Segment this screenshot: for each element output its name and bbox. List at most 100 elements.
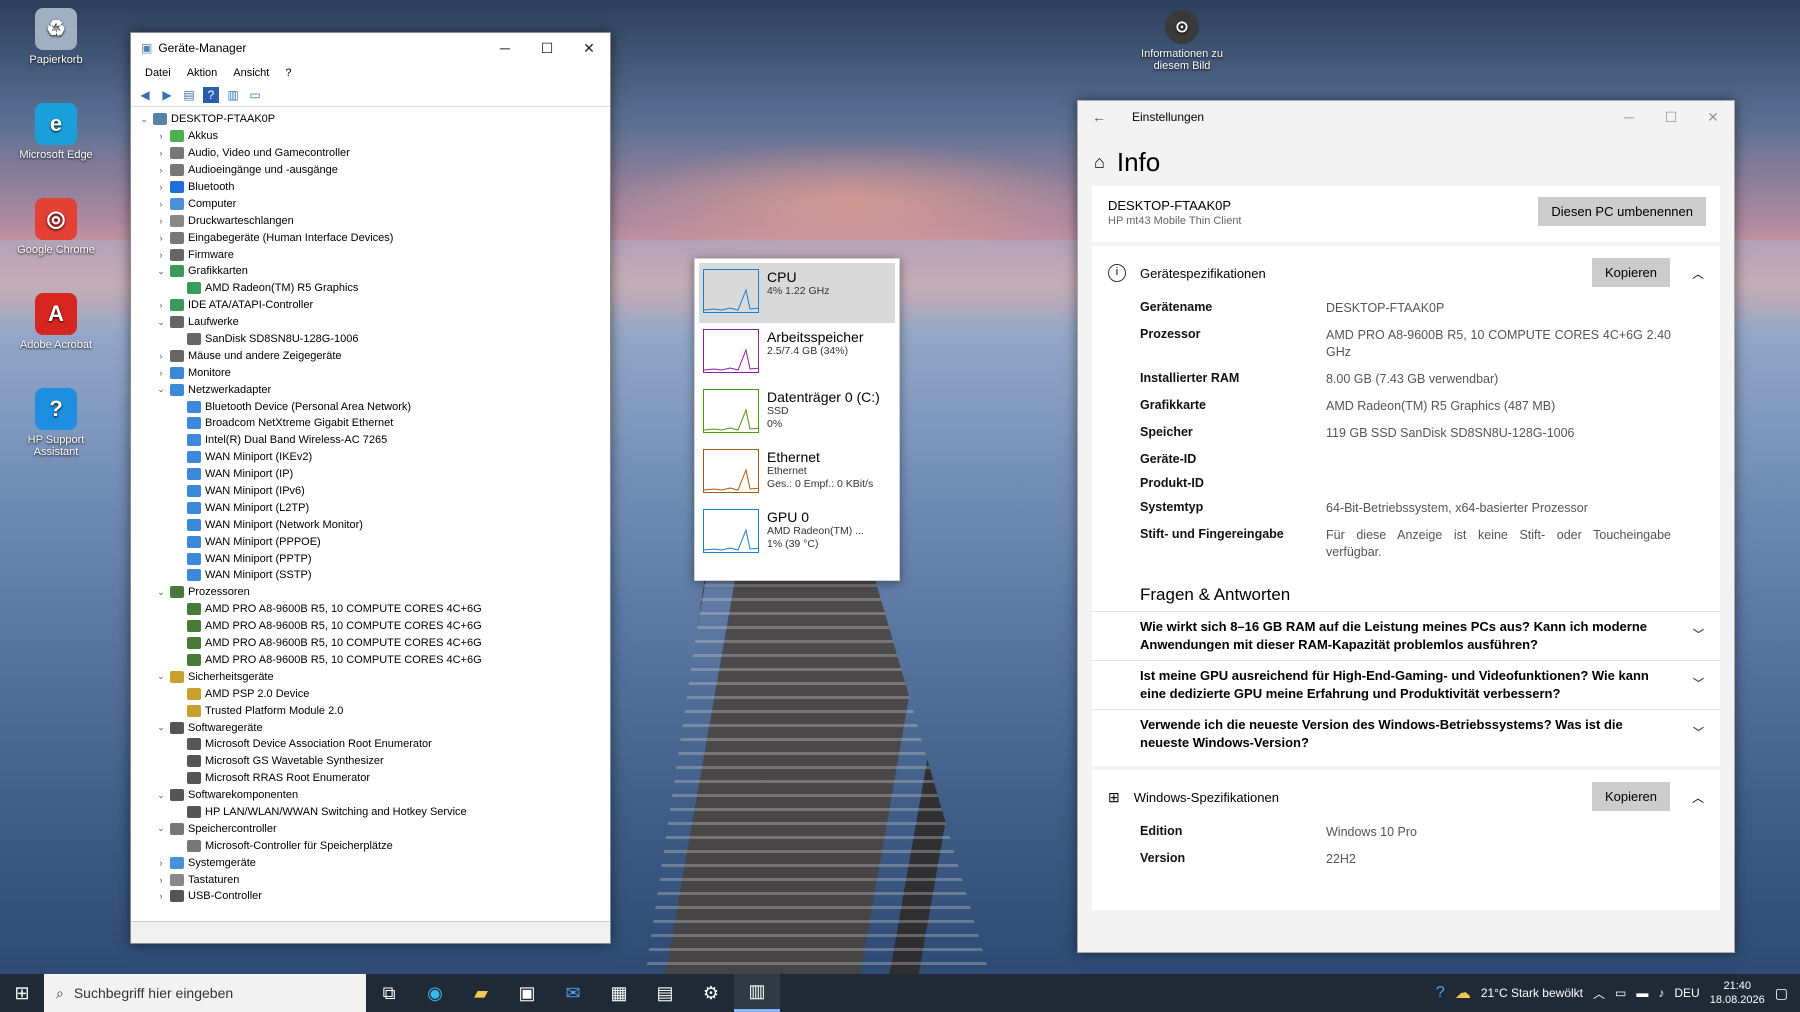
forward-arrow-icon[interactable]: ▶ [159, 87, 175, 103]
faq-item[interactable]: Verwende ich die neueste Version des Win… [1092, 709, 1720, 758]
chevron-down-icon[interactable]: ﹀ [1693, 675, 1704, 693]
chevron-up-icon[interactable]: ︿ [1593, 985, 1605, 1002]
weather-text[interactable]: 21°C Stark bewölkt [1481, 986, 1583, 1000]
store-icon[interactable]: ▣ [504, 974, 550, 1012]
chevron-right-icon[interactable]: › [154, 351, 168, 361]
chevron-right-icon[interactable]: › [154, 891, 168, 901]
mail-icon[interactable]: ✉ [550, 974, 596, 1012]
active-app-icon[interactable]: ▥ [734, 974, 780, 1012]
tree-node[interactable]: WAN Miniport (PPTP) [131, 550, 610, 567]
chevron-down-icon[interactable]: ⌄ [154, 823, 168, 834]
language-indicator[interactable]: DEU [1674, 986, 1699, 1000]
chevron-right-icon[interactable]: › [154, 858, 168, 868]
desktop-shortcut-adobe-acrobat[interactable]: A Adobe Acrobat [8, 293, 104, 351]
spec-value[interactable]: Für diese Anzeige ist keine Stift- oder … [1326, 527, 1671, 561]
tree-node[interactable]: AMD PRO A8-9600B R5, 10 COMPUTE CORES 4C… [131, 618, 610, 635]
chevron-up-icon[interactable]: ︿ [1692, 789, 1704, 806]
tree-node[interactable]: ⌄ DESKTOP-FTAAK0P [131, 111, 610, 128]
menu-item-3[interactable]: ? [277, 67, 299, 79]
tree-node[interactable]: ⌄ Sicherheitsgeräte [131, 668, 610, 685]
chevron-down-icon[interactable]: ﹀ [1693, 724, 1704, 742]
chevron-right-icon[interactable]: › [154, 368, 168, 378]
tree-node[interactable]: Microsoft GS Wavetable Synthesizer [131, 753, 610, 770]
spec-value[interactable]: 64-Bit-Betriebssystem, x64-basierter Pro… [1326, 500, 1671, 517]
maximize-button[interactable]: ☐ [1650, 109, 1692, 126]
tree-node[interactable]: › Systemgeräte [131, 854, 610, 871]
device-manager-taskbar-icon[interactable]: ▦ [596, 974, 642, 1012]
tree-node[interactable]: AMD PRO A8-9600B R5, 10 COMPUTE CORES 4C… [131, 635, 610, 652]
tree-node[interactable]: Microsoft Device Association Root Enumer… [131, 736, 610, 753]
perf-item-gpu-0[interactable]: GPU 0 AMD Radeon(TM) ... 1% (39 °C) [699, 503, 895, 563]
tree-node[interactable]: AMD PRO A8-9600B R5, 10 COMPUTE CORES 4C… [131, 601, 610, 618]
settings-titlebar[interactable]: ← Einstellungen ─ ☐ ✕ [1078, 101, 1734, 133]
minimize-button[interactable]: ─ [1608, 109, 1650, 125]
chevron-right-icon[interactable]: › [154, 875, 168, 885]
tree-node[interactable]: › Firmware [131, 246, 610, 263]
tree-node[interactable]: Bluetooth Device (Personal Area Network) [131, 398, 610, 415]
clock[interactable]: 21:40 18.08.2026 [1710, 979, 1765, 1007]
copy-windows-specs-button[interactable]: Kopieren [1591, 782, 1670, 811]
desktop-shortcut-hp-support-assistant[interactable]: ? HP Support Assistant [8, 388, 104, 458]
perf-item-arbeitsspeicher[interactable]: Arbeitsspeicher 2.5/7.4 GB (34%) [699, 323, 895, 383]
desktop-shortcut-google-chrome[interactable]: ◎ Google Chrome [8, 198, 104, 256]
tree-node[interactable]: Intel(R) Dual Band Wireless-AC 7265 [131, 432, 610, 449]
menu-item-0[interactable]: Datei [137, 67, 179, 79]
chevron-right-icon[interactable]: › [154, 300, 168, 310]
tree-node[interactable]: › IDE ATA/ATAPI-Controller [131, 297, 610, 314]
minimize-button[interactable]: ─ [484, 40, 526, 56]
battery-icon[interactable]: ▬ [1636, 986, 1648, 1000]
task-manager-taskbar-icon[interactable]: ▤ [642, 974, 688, 1012]
photo-info-shortcut[interactable]: ⊙ Informationen zu diesem Bild [1132, 10, 1232, 72]
spec-value[interactable]: Windows 10 Pro [1326, 824, 1671, 841]
tree-node[interactable]: › Monitore [131, 364, 610, 381]
speaker-icon[interactable]: ♪ [1658, 986, 1664, 1000]
perf-item-datentr-ger-0-c-[interactable]: Datenträger 0 (C:) SSD 0% [699, 383, 895, 443]
tree-node[interactable]: WAN Miniport (PPPOE) [131, 533, 610, 550]
maximize-button[interactable]: ☐ [526, 40, 568, 57]
spec-value[interactable]: 8.00 GB (7.43 GB verwendbar) [1326, 371, 1671, 388]
copy-device-specs-button[interactable]: Kopieren [1591, 258, 1670, 287]
tree-node[interactable]: ⌄ Netzwerkadapter [131, 381, 610, 398]
chevron-down-icon[interactable]: ﹀ [1693, 626, 1704, 644]
desktop-shortcut-papierkorb[interactable]: ♻ Papierkorb [8, 8, 104, 66]
back-arrow-icon[interactable]: ← [1092, 109, 1106, 125]
tree-node[interactable]: › Mäuse und andere Zeigegeräte [131, 347, 610, 364]
device-specs-header[interactable]: i Gerätespezifikationen Kopieren ︿ [1092, 246, 1720, 300]
device-manager-window[interactable]: ▣ Geräte-Manager ─ ☐ ✕ Datei Aktion Ansich… [130, 32, 611, 944]
menu-item-2[interactable]: Ansicht [225, 67, 277, 79]
chevron-right-icon[interactable]: › [154, 165, 168, 175]
tree-node[interactable]: Trusted Platform Module 2.0 [131, 702, 610, 719]
tree-node[interactable]: WAN Miniport (IPv6) [131, 483, 610, 500]
tree-node[interactable]: Microsoft RRAS Root Enumerator [131, 770, 610, 787]
chevron-right-icon[interactable]: › [154, 216, 168, 226]
faq-item[interactable]: Wie wirkt sich 8–16 GB RAM auf die Leist… [1092, 611, 1720, 660]
tree-node[interactable]: SanDisk SD8SN8U-128G-1006 [131, 331, 610, 348]
notification-icon[interactable]: ▢ [1775, 985, 1788, 1002]
faq-item[interactable]: Ist meine GPU ausreichend für High-End-G… [1092, 660, 1720, 709]
help-icon[interactable]: ? [203, 86, 219, 103]
tree-node[interactable]: Microsoft-Controller für Speicherplätze [131, 837, 610, 854]
windows-specs-header[interactable]: ⊞ Windows-Spezifikationen Kopieren ︿ [1092, 770, 1720, 824]
chevron-right-icon[interactable]: › [154, 250, 168, 260]
view-icon[interactable]: ▥ [225, 87, 241, 103]
tree-node[interactable]: ⌄ Speichercontroller [131, 820, 610, 837]
spec-value[interactable]: 22H2 [1326, 851, 1671, 868]
chevron-down-icon[interactable]: ⌄ [154, 587, 168, 598]
chevron-down-icon[interactable]: ⌄ [154, 722, 168, 733]
tree-node[interactable]: › Akkus [131, 128, 610, 145]
properties-icon[interactable]: ▤ [181, 87, 197, 103]
chevron-down-icon[interactable]: ⌄ [137, 114, 151, 125]
tree-node[interactable]: › Tastaturen [131, 871, 610, 888]
chevron-down-icon[interactable]: ⌄ [154, 790, 168, 801]
spec-value[interactable] [1326, 476, 1671, 490]
tree-node[interactable]: WAN Miniport (IP) [131, 466, 610, 483]
device-manager-titlebar[interactable]: ▣ Geräte-Manager ─ ☐ ✕ [131, 33, 610, 63]
close-button[interactable]: ✕ [568, 40, 610, 57]
chevron-down-icon[interactable]: ⌄ [154, 266, 168, 277]
home-icon[interactable]: ⌂ [1094, 152, 1105, 173]
desktop-shortcut-microsoft-edge[interactable]: e Microsoft Edge [8, 103, 104, 161]
tree-node[interactable]: ⌄ Grafikkarten [131, 263, 610, 280]
spec-value[interactable]: AMD PRO A8-9600B R5, 10 COMPUTE CORES 4C… [1326, 327, 1671, 361]
close-button[interactable]: ✕ [1692, 109, 1734, 126]
tree-node[interactable]: › Bluetooth [131, 179, 610, 196]
